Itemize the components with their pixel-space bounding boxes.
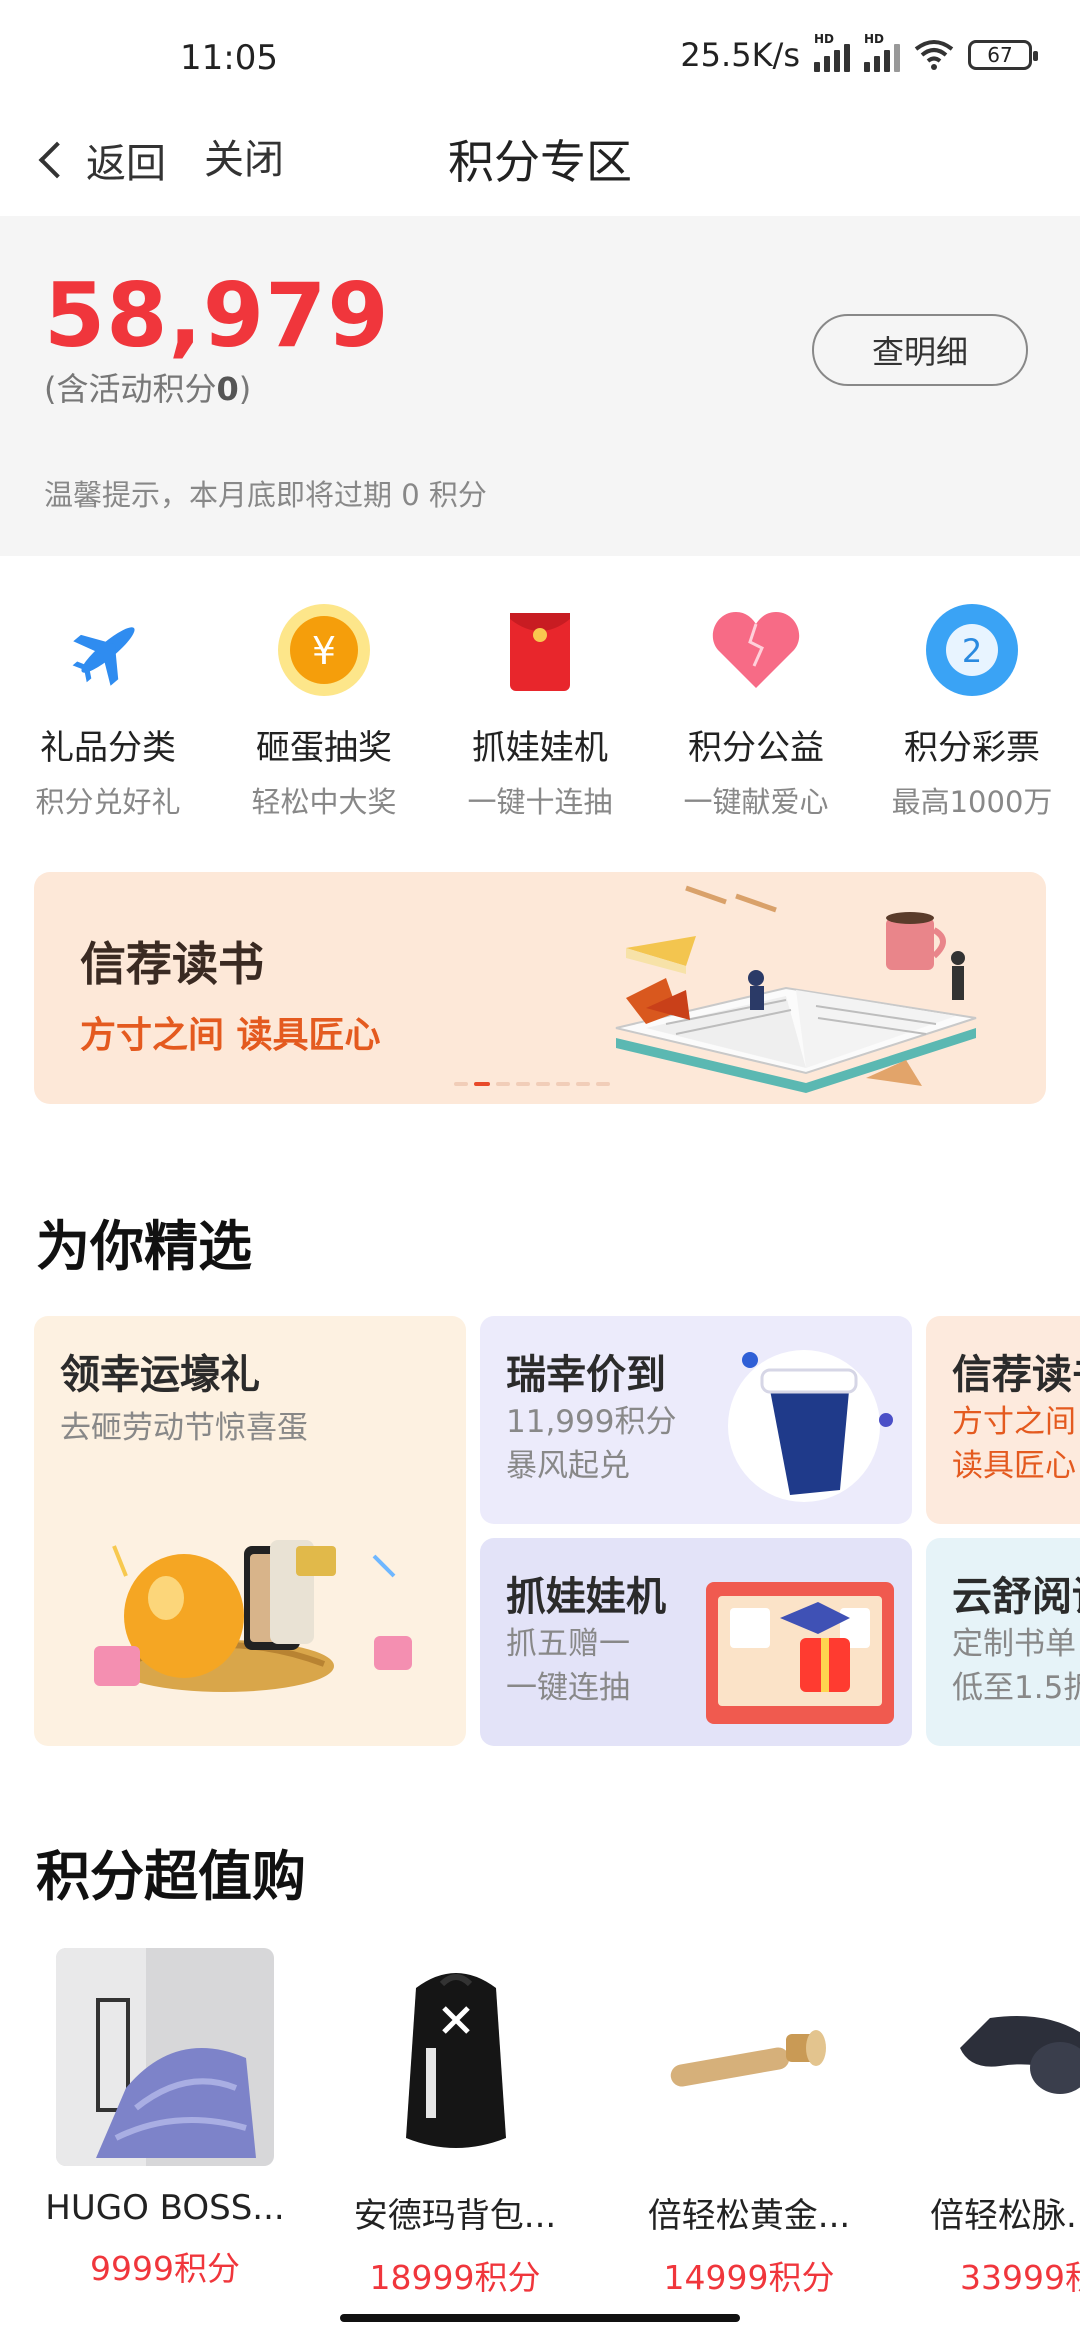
product-card[interactable]: 安德玛背包... 18999积分 xyxy=(310,1948,600,2299)
featured-card-line2: 读具匠心 xyxy=(952,1448,1076,1484)
points-summary: 58,979 (含活动积分0) 查明细 温馨提示，本月底即将过期 0 积分 xyxy=(0,216,1080,556)
quick-entry-egg-lottery[interactable]: ¥ 砸蛋抽奖 轻松中大奖 xyxy=(216,600,432,830)
status-bar: 11:05 25.5K/s HD HD 67 xyxy=(0,0,1080,112)
navbar: 积分专区 返回 关闭 xyxy=(0,112,1080,216)
featured-card-reading[interactable]: 信荐读书 方寸之间 读具匠心 xyxy=(926,1316,1080,1524)
quick-entry-gift-category[interactable]: 礼品分类 积分兑好礼 xyxy=(0,600,216,830)
product-name: 倍轻松黄金... xyxy=(647,2196,851,2236)
signal-icon: HD xyxy=(864,32,900,72)
featured-card-claw-machine[interactable]: 抓娃娃机 抓五赠一 一键连抽 xyxy=(480,1538,912,1746)
product-card[interactable]: HUGO BOSS... 9999积分 xyxy=(20,1948,310,2290)
quick-entry-charity[interactable]: 积分公益 一键献爱心 xyxy=(648,600,864,830)
product-image-blanket xyxy=(56,1948,274,2166)
network-speed: 25.5K/s xyxy=(680,36,800,74)
yen-coin-icon: ¥ xyxy=(274,600,374,700)
red-envelope-icon xyxy=(490,600,590,700)
banner-subtitle: 方寸之间 读具匠心 xyxy=(80,1015,381,1056)
featured-card-title: 云舒阅读 xyxy=(952,1574,1080,1620)
svg-text:¥: ¥ xyxy=(312,629,336,673)
featured-card-subtitle: 去砸劳动节惊喜蛋 xyxy=(60,1410,308,1446)
activity-points-note: (含活动积分0) xyxy=(44,364,251,410)
claw-machine-illustration xyxy=(706,1582,894,1724)
quick-entry-subtitle: 一键十连抽 xyxy=(467,785,613,819)
featured-card-line1: 方寸之间 xyxy=(952,1404,1076,1440)
featured-card-title: 瑞幸价到 xyxy=(506,1352,666,1398)
product-price: 18999积分 xyxy=(369,2258,541,2297)
activity-points-prefix: (含活动积分 xyxy=(44,370,217,408)
back-button[interactable]: 返回 xyxy=(38,130,166,190)
airplane-icon xyxy=(58,600,158,700)
product-card[interactable]: 倍轻松脉... 33999积分 xyxy=(900,1948,1080,2299)
quick-entry-subtitle: 轻松中大奖 xyxy=(251,785,397,819)
lottery-ball-icon: 2 xyxy=(922,600,1022,700)
book-illustration xyxy=(615,885,977,1093)
expiry-tip: 温馨提示，本月底即将过期 0 积分 xyxy=(44,478,487,512)
lottery-ball-number: 2 xyxy=(962,632,982,670)
activity-points-value: 0 xyxy=(216,370,239,408)
coffee-cup-illustration xyxy=(728,1350,893,1502)
quick-entry-title: 礼品分类 xyxy=(40,728,176,768)
status-time: 11:05 xyxy=(180,38,278,78)
featured-card-yunshu[interactable]: 云舒阅读 定制书单 低至1.5折 xyxy=(926,1538,1080,1746)
featured-card-line2: 一键连抽 xyxy=(506,1670,630,1706)
featured-card-title: 抓娃娃机 xyxy=(506,1574,666,1620)
quick-entry-subtitle: 最高1000万 xyxy=(891,785,1053,819)
golden-egg-illustration xyxy=(94,1540,412,1692)
product-name: 倍轻松脉... xyxy=(930,2196,1080,2236)
back-label: 返回 xyxy=(86,141,166,187)
banner-title: 信荐读书 xyxy=(80,937,264,991)
featured-card-lucky-gift[interactable]: 领幸运壕礼 去砸劳动节惊喜蛋 xyxy=(34,1316,466,1746)
quick-entry-title: 砸蛋抽奖 xyxy=(256,728,392,768)
featured-card-line1: 定制书单 xyxy=(952,1626,1076,1662)
quick-entry-title: 积分彩票 xyxy=(904,728,1040,768)
featured-card-line2: 低至1.5折 xyxy=(952,1670,1080,1706)
product-name: 安德玛背包... xyxy=(353,2196,557,2236)
featured-card-line1: 11,999积分 xyxy=(506,1404,677,1440)
featured-grid: 领幸运壕礼 去砸劳动节惊喜蛋 瑞幸价到 11,999积分 暴风起兑 信荐读 方寸… xyxy=(34,1316,1080,1746)
home-indicator[interactable] xyxy=(340,2314,740,2322)
wifi-icon xyxy=(914,40,954,70)
battery-icon: 67 xyxy=(968,40,1038,70)
quick-entry-claw-machine[interactable]: 抓娃娃机 一键十连抽 xyxy=(432,600,648,830)
quick-entry-title: 抓娃娃机 xyxy=(472,728,608,768)
chevron-left-icon xyxy=(38,141,76,179)
quick-entry-row: 礼品分类 积分兑好礼 ¥ 砸蛋抽奖 轻松中大奖 抓娃娃机 一键十连抽 积分公益 … xyxy=(0,600,1080,830)
quick-entry-subtitle: 一键献爱心 xyxy=(683,785,829,819)
points-balance: 58,979 xyxy=(44,264,390,367)
status-indicators: 25.5K/s HD HD 67 xyxy=(680,32,1038,74)
heart-icon xyxy=(706,600,806,700)
signal-icon: HD xyxy=(814,32,850,72)
product-image-gold-roller xyxy=(640,1948,858,2166)
featured-card-title: 信荐读书 xyxy=(952,1352,1080,1398)
featured-card-luckin[interactable]: 瑞幸价到 11,999积分 暴风起兑 xyxy=(480,1316,912,1524)
featured-card-line1: 抓五赠一 xyxy=(506,1626,630,1662)
banner-pagination xyxy=(454,1082,610,1086)
featured-card-line2: 暴风起兑 xyxy=(506,1448,630,1484)
promo-banner[interactable]: 信荐读书 方寸之间 读具匠心 xyxy=(34,872,1046,1104)
product-price: 9999积分 xyxy=(90,2249,240,2288)
product-image-massager xyxy=(900,1948,1080,2166)
featured-card-title: 领幸运壕礼 xyxy=(60,1352,260,1398)
quick-entry-lottery[interactable]: 2 积分彩票 最高1000万 xyxy=(864,600,1080,830)
close-button[interactable]: 关闭 xyxy=(204,130,284,190)
deals-heading: 积分超值购 xyxy=(36,1845,306,1908)
activity-points-suffix: ) xyxy=(238,370,252,408)
quick-entry-subtitle: 积分兑好礼 xyxy=(35,785,181,819)
product-price: 14999积分 xyxy=(663,2258,835,2297)
product-price: 33999积分 xyxy=(960,2258,1080,2297)
quick-entry-title: 积分公益 xyxy=(688,728,824,768)
product-image-backpack xyxy=(346,1948,564,2166)
product-card[interactable]: 倍轻松黄金... 14999积分 xyxy=(604,1948,894,2299)
points-detail-button[interactable]: 查明细 xyxy=(812,314,1028,386)
product-name: HUGO BOSS... xyxy=(45,2188,285,2228)
product-list: HUGO BOSS... 9999积分 安德玛背包... 18999积分 倍轻松… xyxy=(0,1948,1080,2297)
featured-heading: 为你精选 xyxy=(36,1215,252,1278)
